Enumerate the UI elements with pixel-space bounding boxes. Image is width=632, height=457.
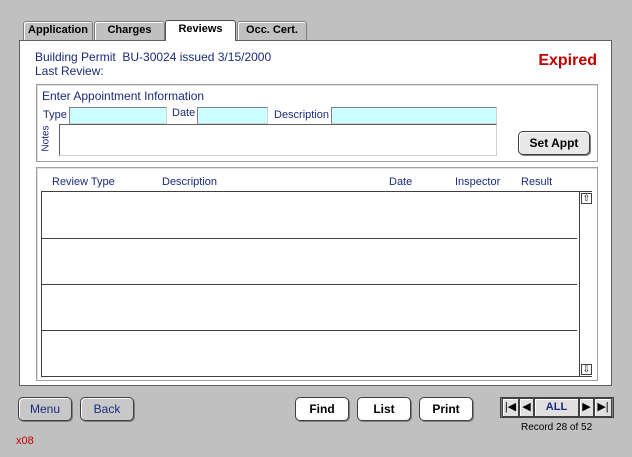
appointment-section-title: Enter Appointment Information [42,89,205,103]
next-record-icon[interactable]: ▶ [579,398,594,417]
col-header-date: Date [389,176,413,188]
reviews-table-body: ⇧ ⇩ [41,191,592,377]
all-records-button[interactable]: ALL [534,398,579,417]
date-field[interactable] [197,107,268,124]
reviews-panel: Building Permit BU-30024 issued 3/15/200… [19,40,612,386]
type-label: Type [43,109,67,121]
permit-line: Building Permit BU-30024 issued 3/15/200… [35,50,272,64]
tab-occ-cert[interactable]: Occ. Cert. [237,21,307,40]
col-header-inspector: Inspector [455,176,501,188]
reviews-table-section: Review Type Description Date Inspector R… [36,167,598,381]
col-header-review-type: Review Type [52,176,115,188]
print-button[interactable]: Print [419,397,473,421]
table-row[interactable] [42,192,579,238]
scroll-up-icon[interactable]: ⇧ [581,193,592,204]
date-label: Date [172,107,196,119]
table-row[interactable] [42,331,579,376]
last-review-label: Last Review: [35,64,104,78]
table-row[interactable] [42,239,579,284]
appointment-section: Enter Appointment Information Type Date … [36,84,598,162]
back-button[interactable]: Back [80,397,134,421]
status-badge: Expired [538,52,597,69]
scroll-down-icon[interactable]: ⇩ [581,364,592,375]
notes-label: Notes [40,125,52,152]
prev-record-icon[interactable]: ◀ [519,398,534,417]
set-appt-button[interactable]: Set Appt [518,131,590,155]
col-header-result: Result [521,176,553,188]
tab-reviews[interactable]: Reviews [165,20,236,41]
notes-field[interactable] [59,124,497,156]
first-record-icon[interactable]: |◀ [502,398,519,417]
list-button[interactable]: List [357,397,411,421]
last-record-icon[interactable]: ▶| [594,398,612,417]
record-counter: Record 28 of 52 [521,422,593,433]
table-row[interactable] [42,285,579,330]
screen-code: x08 [16,435,34,447]
menu-button[interactable]: Menu [18,397,72,421]
description-label: Description [274,109,330,121]
col-header-description: Description [162,176,218,188]
description-field[interactable] [331,107,497,124]
tab-application[interactable]: Application [23,21,93,40]
scrollbar[interactable]: ⇧ ⇩ [579,192,592,376]
find-button[interactable]: Find [295,397,349,421]
tab-charges[interactable]: Charges [94,21,165,40]
type-field[interactable] [69,107,167,124]
